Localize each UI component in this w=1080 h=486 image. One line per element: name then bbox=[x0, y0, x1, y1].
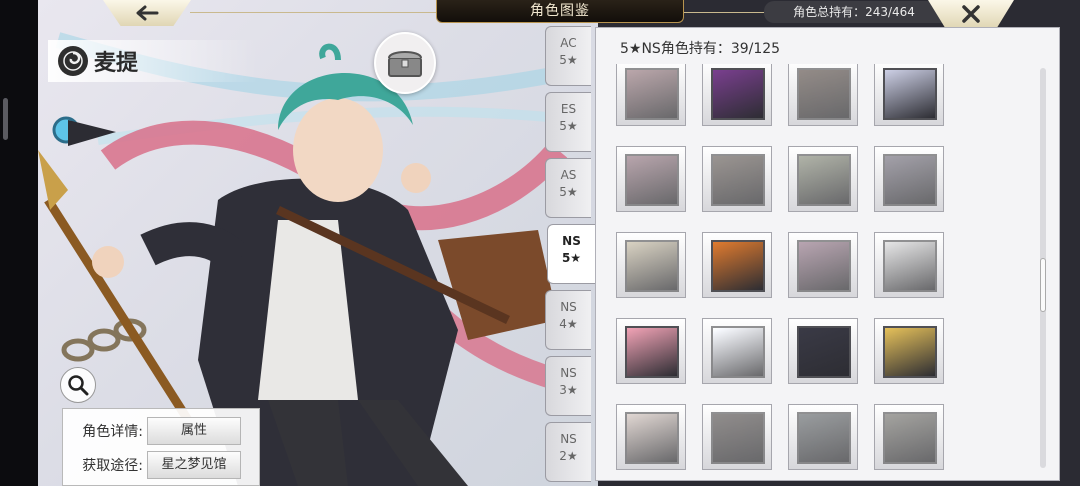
tab-as-5[interactable]: AS 5★ bbox=[545, 158, 591, 218]
detail-button[interactable]: 属性 bbox=[147, 417, 241, 445]
character-portrait bbox=[797, 68, 851, 120]
tab-label-top: AC bbox=[560, 36, 577, 50]
character-portrait bbox=[625, 412, 679, 464]
tab-ac-5[interactable]: AC 5★ bbox=[545, 26, 591, 86]
tab-label-bottom: 2★ bbox=[559, 449, 578, 463]
tab-label-bottom: 5★ bbox=[559, 119, 578, 133]
magnifier-icon bbox=[68, 375, 89, 396]
character-portrait bbox=[711, 326, 765, 378]
character-portrait bbox=[625, 68, 679, 120]
portrait-slot[interactable] bbox=[788, 404, 858, 470]
tab-label-top: NS bbox=[560, 432, 577, 446]
portrait-slot[interactable] bbox=[874, 404, 944, 470]
character-grid-panel: 5★NS角色持有：39/125 bbox=[595, 27, 1060, 481]
portrait-slot[interactable] bbox=[702, 146, 772, 212]
tab-label-bottom: 5★ bbox=[559, 53, 578, 67]
character-portrait bbox=[711, 68, 765, 120]
portrait-slot[interactable] bbox=[702, 404, 772, 470]
tab-label-top: NS bbox=[560, 366, 577, 380]
portrait-slot[interactable] bbox=[616, 64, 686, 126]
tab-ns-4[interactable]: NS 4★ bbox=[545, 290, 591, 350]
tab-ns-5[interactable]: NS 5★ bbox=[547, 224, 595, 284]
character-portrait bbox=[883, 412, 937, 464]
system-edge-bar bbox=[0, 0, 38, 486]
tab-label-bottom: 3★ bbox=[559, 383, 578, 397]
portrait-slot[interactable] bbox=[788, 146, 858, 212]
owned-total-counter: 角色总持有：243/464 bbox=[764, 1, 944, 23]
portrait-slot[interactable] bbox=[616, 318, 686, 384]
character-portrait bbox=[711, 240, 765, 292]
detail-label: 角色详情: bbox=[82, 424, 143, 440]
tab-label-top: ES bbox=[560, 102, 577, 116]
portrait-slot[interactable] bbox=[788, 232, 858, 298]
character-portrait bbox=[883, 240, 937, 292]
source-button[interactable]: 星之梦见馆 bbox=[147, 451, 241, 479]
close-button[interactable] bbox=[928, 0, 1014, 28]
source-label: 获取途径: bbox=[82, 458, 143, 474]
tab-ns-2[interactable]: NS 2★ bbox=[545, 422, 591, 482]
portrait-slot[interactable] bbox=[874, 318, 944, 384]
element-emblem-icon bbox=[58, 46, 88, 76]
zoom-button[interactable] bbox=[60, 367, 96, 403]
character-portrait bbox=[711, 412, 765, 464]
portrait-slot[interactable] bbox=[616, 404, 686, 470]
tab-label-bottom: 5★ bbox=[559, 185, 578, 199]
character-portrait bbox=[711, 154, 765, 206]
tab-label-bottom: 5★ bbox=[561, 251, 582, 265]
character-info-panel: 角色详情: 属性 获取途径: 星之梦见馆 bbox=[62, 408, 260, 486]
close-icon bbox=[962, 5, 980, 23]
character-name-plate: 麦提 bbox=[48, 40, 258, 82]
portrait-slot[interactable] bbox=[702, 318, 772, 384]
portrait-slot[interactable] bbox=[874, 232, 944, 298]
character-portrait bbox=[883, 154, 937, 206]
costume-chest-button[interactable] bbox=[374, 32, 436, 94]
back-arrow-icon bbox=[136, 5, 159, 21]
tab-label-top: NS bbox=[560, 300, 577, 314]
chest-icon bbox=[388, 51, 422, 77]
character-portrait bbox=[883, 68, 937, 120]
portrait-slot[interactable] bbox=[874, 146, 944, 212]
portrait-slot[interactable] bbox=[788, 64, 858, 126]
character-portrait bbox=[625, 154, 679, 206]
tab-ns-3[interactable]: NS 3★ bbox=[545, 356, 591, 416]
grid-scrollbar[interactable] bbox=[1040, 68, 1046, 468]
portrait-grid bbox=[616, 64, 1036, 474]
header-divider-right bbox=[682, 12, 764, 13]
character-portrait bbox=[797, 240, 851, 292]
character-portrait bbox=[625, 326, 679, 378]
page-title: 角色图鉴 bbox=[436, 0, 684, 23]
tab-label-top: NS bbox=[562, 234, 581, 248]
portrait-slot[interactable] bbox=[616, 146, 686, 212]
character-portrait bbox=[797, 154, 851, 206]
character-portrait bbox=[625, 240, 679, 292]
header-divider-left bbox=[190, 12, 436, 13]
character-name: 麦提 bbox=[94, 51, 139, 76]
character-portrait bbox=[883, 326, 937, 378]
edge-handle[interactable] bbox=[3, 98, 8, 140]
portrait-slot[interactable] bbox=[702, 64, 772, 126]
character-portrait bbox=[797, 326, 851, 378]
tab-label-bottom: 4★ bbox=[559, 317, 578, 331]
tab-es-5[interactable]: ES 5★ bbox=[545, 92, 591, 152]
portrait-slot[interactable] bbox=[616, 232, 686, 298]
source-row: 获取途径: 星之梦见馆 bbox=[63, 451, 241, 479]
portrait-slot[interactable] bbox=[702, 232, 772, 298]
portrait-slot[interactable] bbox=[788, 318, 858, 384]
scrollbar-thumb[interactable] bbox=[1040, 258, 1046, 312]
grid-heading: 5★NS角色持有：39/125 bbox=[620, 41, 781, 57]
character-portrait bbox=[797, 412, 851, 464]
portrait-slot[interactable] bbox=[874, 64, 944, 126]
rarity-tabs: AC 5★ ES 5★ AS 5★ NS 5★ NS 4★ NS 3★ NS 2… bbox=[545, 26, 595, 486]
tab-label-top: AS bbox=[560, 168, 577, 182]
detail-row: 角色详情: 属性 bbox=[63, 417, 241, 445]
